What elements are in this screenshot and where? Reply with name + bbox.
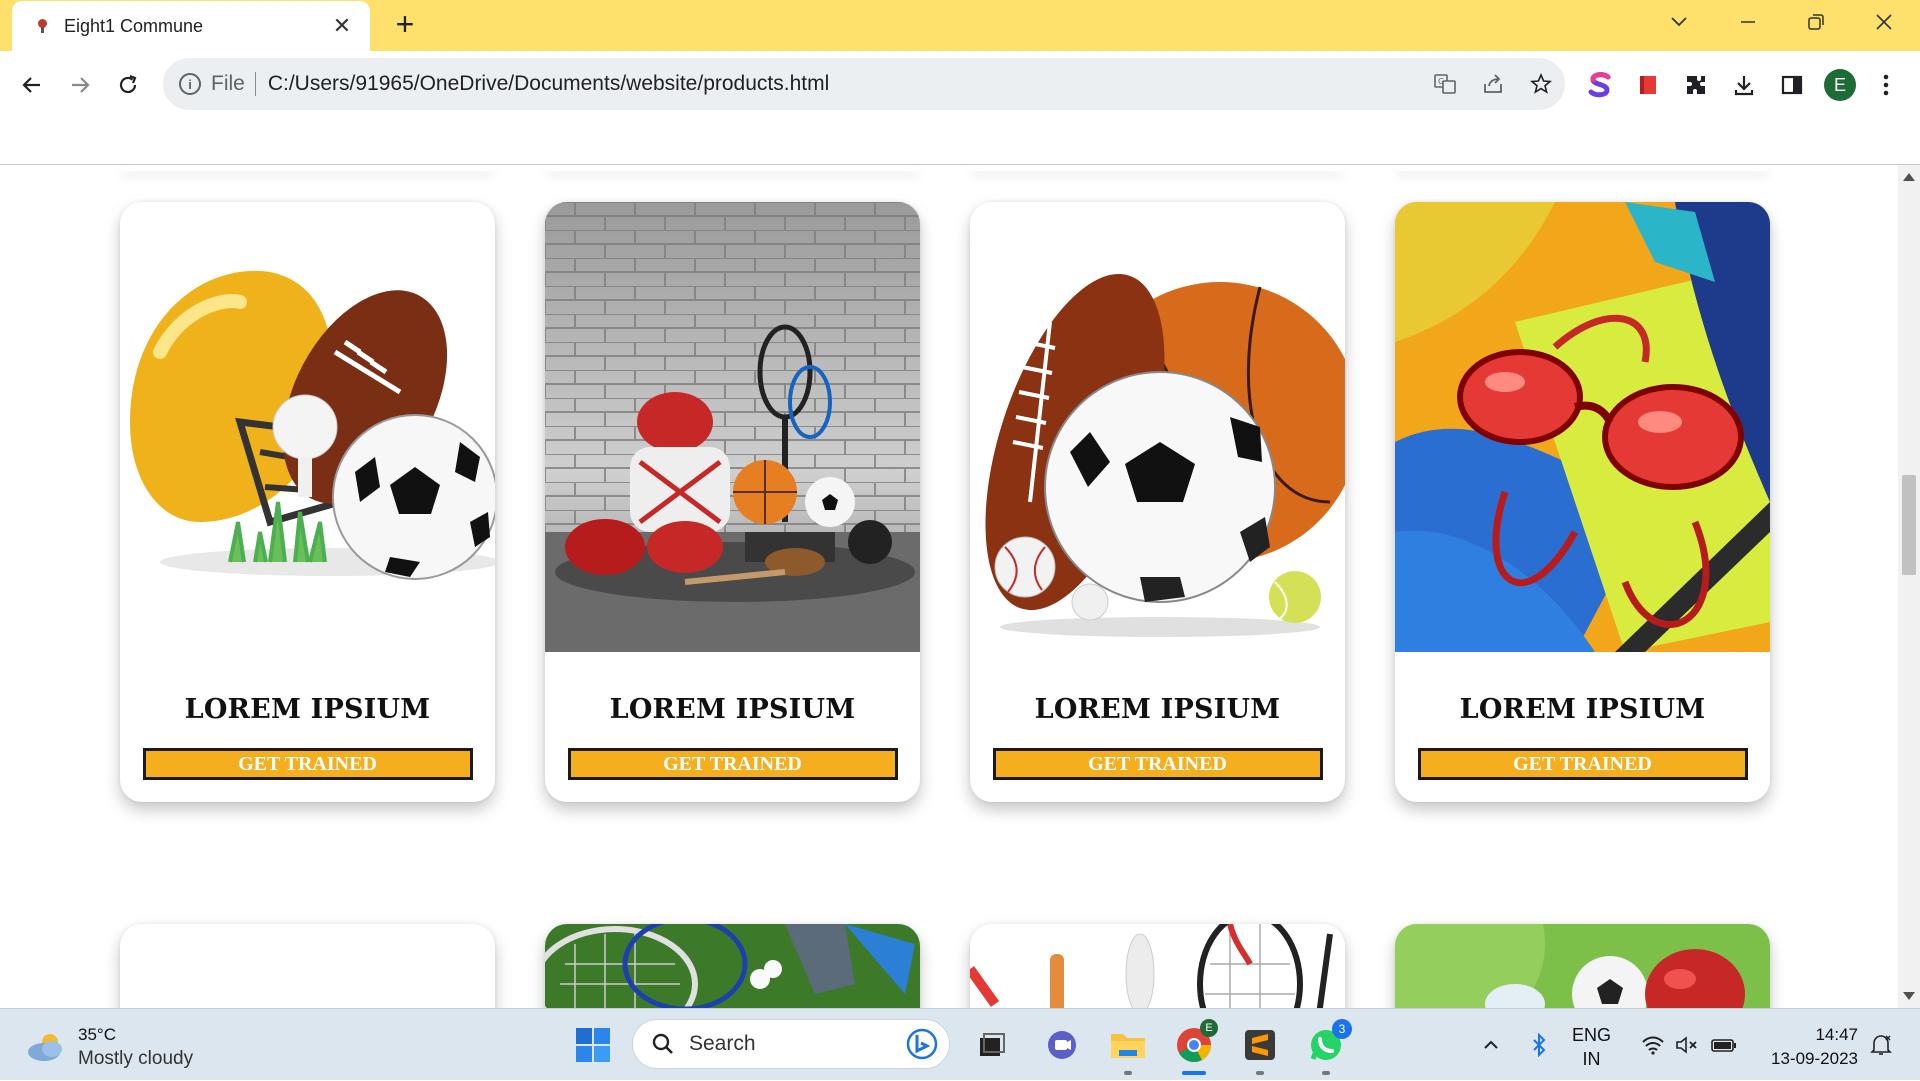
language-code: ENG: [1572, 1025, 1612, 1045]
notifications-bell-icon[interactable]: [1864, 1009, 1898, 1081]
extension-s-icon[interactable]: [1580, 65, 1620, 105]
tab-strip: Eight1 Commune ✕ +: [0, 0, 1920, 51]
share-icon[interactable]: [1469, 64, 1517, 104]
scrollbar-thumb[interactable]: [1902, 475, 1916, 575]
back-button[interactable]: [14, 67, 50, 103]
card-image-blank: [120, 924, 495, 1008]
translate-icon[interactable]: G: [1421, 64, 1469, 104]
running-indicator: [1124, 1071, 1132, 1075]
clock-time: 14:47: [1815, 1025, 1858, 1044]
extension-red-book-icon[interactable]: [1628, 65, 1668, 105]
whatsapp-icon[interactable]: 3: [1302, 1019, 1352, 1075]
previous-row-card-edge: [545, 165, 920, 171]
chrome-icon[interactable]: E: [1170, 1019, 1218, 1075]
product-card: [1395, 924, 1770, 1008]
rackets-on-grass-image: [545, 924, 920, 1008]
bat-pin-racket-image: [970, 924, 1345, 1008]
restore-button[interactable]: [1782, 0, 1850, 44]
product-card: [545, 924, 920, 1008]
input-language[interactable]: ENG IN: [1572, 1023, 1611, 1071]
url-text[interactable]: C:/Users/91965/OneDrive/Documents/websit…: [268, 72, 1421, 96]
chrome-profile-badge: E: [1200, 1019, 1218, 1037]
product-card: LOREM IPSIUM GET TRAINED: [120, 202, 495, 802]
product-card: [970, 924, 1345, 1008]
clock-date: 13-09-2023: [1771, 1049, 1858, 1068]
scroll-down-arrow-icon[interactable]: [1903, 992, 1915, 1000]
browser-toolbar: i File C:/Users/91965/OneDrive/Documents…: [0, 51, 1920, 165]
windows-logo-icon: [576, 1028, 610, 1062]
page-scrollbar[interactable]: [1898, 165, 1920, 1008]
tab-search-chevron-icon[interactable]: [1645, 0, 1713, 44]
running-indicator: [1322, 1071, 1330, 1075]
reload-button[interactable]: [110, 67, 146, 103]
rugby-soccer-basketball-image: [970, 202, 1345, 652]
previous-row-card-edge: [120, 165, 495, 171]
scroll-up-arrow-icon[interactable]: [1903, 173, 1915, 181]
new-tab-button[interactable]: +: [388, 8, 422, 42]
tab-close-icon[interactable]: ✕: [328, 13, 356, 39]
minimize-button[interactable]: [1714, 0, 1782, 44]
running-indicator: [1256, 1071, 1264, 1075]
show-hidden-icons-chevron-icon[interactable]: [1474, 1009, 1508, 1081]
profile-avatar[interactable]: E: [1820, 65, 1860, 105]
product-card: LOREM IPSIUM GET TRAINED: [970, 202, 1345, 802]
svg-text:G: G: [1438, 77, 1444, 86]
menu-kebab-icon[interactable]: [1866, 65, 1906, 105]
address-bar[interactable]: i File C:/Users/91965/OneDrive/Documents…: [163, 58, 1565, 110]
card-title: LOREM IPSIUM: [184, 694, 431, 725]
weather-temperature: 35°C: [78, 1025, 116, 1044]
card-title: LOREM IPSIUM: [1459, 694, 1706, 725]
battery-icon[interactable]: [1706, 1009, 1742, 1081]
page-viewport: LOREM IPSIUM GET TRAINED LOREM IPSIUM GE…: [0, 165, 1898, 1008]
task-view-icon[interactable]: [968, 1021, 1016, 1069]
volume-muted-icon[interactable]: [1670, 1009, 1704, 1081]
close-window-button[interactable]: [1850, 0, 1918, 44]
cloud-sun-icon: [28, 1034, 62, 1061]
search-icon: [652, 1033, 673, 1054]
site-favicon-icon: [34, 18, 50, 34]
file-explorer-icon[interactable]: [1104, 1021, 1152, 1075]
wifi-icon[interactable]: [1636, 1009, 1670, 1081]
product-card: LOREM IPSIUM GET TRAINED: [1395, 202, 1770, 802]
get-trained-button[interactable]: GET TRAINED: [142, 748, 473, 780]
browser-tab[interactable]: Eight1 Commune ✕: [12, 1, 370, 51]
bookmark-star-icon[interactable]: [1517, 64, 1565, 104]
omnibox-divider: [254, 72, 256, 96]
get-trained-button[interactable]: GET TRAINED: [992, 748, 1323, 780]
bing-icon[interactable]: [905, 1027, 939, 1061]
scheme-label: File: [211, 72, 245, 95]
boxing-glove-ball-image: [1395, 924, 1770, 1008]
site-info-icon[interactable]: i: [179, 73, 201, 95]
previous-row-card-edge: [970, 165, 1345, 171]
weather-widget[interactable]: 35°C Mostly cloudy: [26, 1023, 193, 1071]
previous-row-card-edge: [1395, 165, 1770, 171]
start-button[interactable]: [569, 1021, 617, 1069]
side-panel-icon[interactable]: [1772, 65, 1812, 105]
card-title: LOREM IPSIUM: [1034, 694, 1281, 725]
language-region: IN: [1582, 1049, 1601, 1069]
sports-balls-helmet-image: [120, 202, 495, 652]
active-app-indicator: [1182, 1071, 1206, 1075]
card-title: LOREM IPSIUM: [609, 694, 856, 725]
system-clock[interactable]: 14:47 13-09-2023: [1748, 1023, 1858, 1071]
sports-equipment-image: [545, 202, 920, 652]
download-icon[interactable]: [1724, 65, 1764, 105]
product-card: [120, 924, 495, 1008]
extensions-puzzle-icon[interactable]: [1676, 65, 1716, 105]
forward-button[interactable]: [62, 67, 98, 103]
notification-badge: 3: [1332, 1019, 1352, 1039]
windows-taskbar: 35°C Mostly cloudy Search E 3 ENG IN 14:…: [0, 1008, 1920, 1080]
profile-initial: E: [1833, 74, 1846, 95]
sublime-text-icon[interactable]: [1236, 1021, 1284, 1075]
product-card: LOREM IPSIUM GET TRAINED: [545, 202, 920, 802]
tab-title: Eight1 Commune: [64, 15, 204, 36]
taskbar-search-box[interactable]: Search: [632, 1019, 950, 1069]
teams-chat-icon[interactable]: [1038, 1021, 1086, 1069]
bluetooth-icon[interactable]: [1522, 1009, 1556, 1081]
get-trained-button[interactable]: GET TRAINED: [1417, 748, 1748, 780]
swim-goggles-image: [1395, 202, 1770, 652]
search-label: Search: [689, 1032, 756, 1055]
weather-condition: Mostly cloudy: [78, 1048, 194, 1069]
get-trained-button[interactable]: GET TRAINED: [567, 748, 898, 780]
